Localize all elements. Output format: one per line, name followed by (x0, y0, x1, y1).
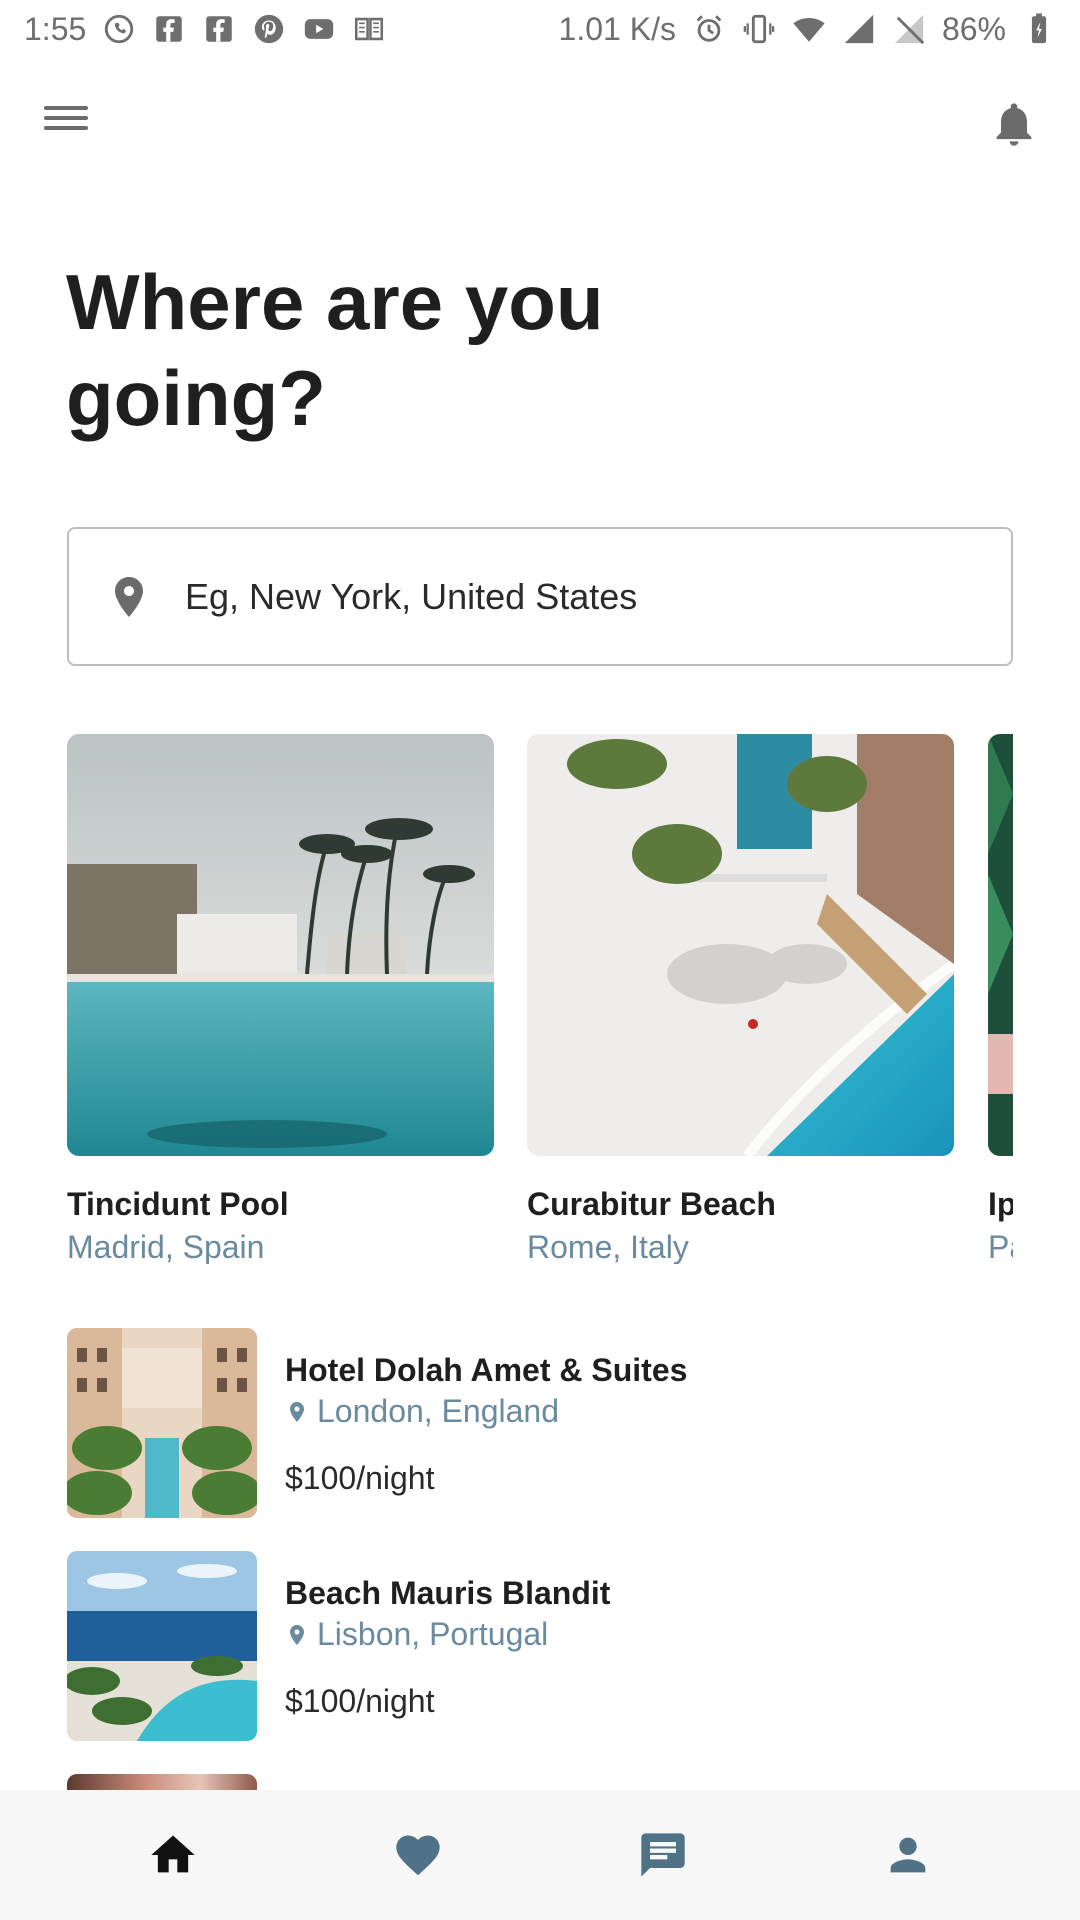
youtube-icon (302, 12, 336, 46)
listing-item[interactable]: Beach Mauris Blandit Lisbon, Portugal $1… (67, 1551, 1013, 1741)
listing-location: Lisbon, Portugal (285, 1616, 610, 1653)
no-sim-icon (892, 12, 926, 46)
listing-thumbnail (67, 1328, 257, 1518)
heart-icon[interactable] (373, 1810, 463, 1900)
pinterest-icon (252, 12, 286, 46)
status-right: 1.01 K/s 86% (559, 11, 1056, 48)
battery-percent: 86% (941, 10, 1006, 47)
listing-title: Beach Mauris Blandit (285, 1575, 611, 1611)
listing-info: Beach Mauris Blandit Lisbon, Portugal $1… (285, 1551, 610, 1741)
featured-photo (67, 734, 494, 1156)
listing-location-text: Lisbon, Portugal (317, 1616, 549, 1652)
reader-icon (352, 12, 386, 46)
facebook-icon (202, 12, 236, 46)
status-left: 1:55 (24, 11, 386, 48)
signal-icon (842, 12, 876, 46)
listing-price: $100/night (285, 1683, 435, 1719)
location-pin-icon (285, 1620, 309, 1650)
facebook-icon (152, 12, 186, 46)
battery-icon (1022, 12, 1056, 46)
listing-location-text: London, England (317, 1393, 559, 1429)
location-pin-icon (105, 568, 153, 626)
featured-name: Curabitur Beach (527, 1186, 776, 1222)
listing-item[interactable]: Hotel Dolah Amet & Suites London, Englan… (67, 1328, 1013, 1518)
alarm-icon (692, 12, 726, 46)
whatsapp-icon (102, 12, 136, 46)
featured-card[interactable]: Tincidunt Pool Madrid, Spain (67, 734, 494, 1264)
location-pin-icon (285, 1397, 309, 1427)
status-bar: 1:55 1.01 K/s 86% (0, 0, 1080, 58)
home-icon[interactable] (128, 1810, 218, 1900)
featured-name: Ip (988, 1186, 1013, 1222)
listing-price: $100/night (285, 1460, 435, 1496)
featured-location: Pa (988, 1229, 1013, 1264)
featured-card[interactable]: Curabitur Beach Rome, Italy (527, 734, 954, 1264)
wifi-icon (792, 12, 826, 46)
hamburger-menu-icon[interactable] (40, 100, 92, 146)
page-title: Where are you going? (66, 258, 604, 442)
featured-name: Tincidunt Pool (67, 1186, 289, 1222)
status-time: 1:55 (24, 10, 87, 47)
featured-photo (527, 734, 954, 1156)
search-field[interactable] (67, 527, 1013, 666)
person-icon[interactable] (863, 1810, 953, 1900)
featured-carousel[interactable]: Tincidunt Pool Madrid, Spain Curabitur B… (67, 734, 1013, 1264)
listing-title: Hotel Dolah Amet & Suites (285, 1352, 688, 1388)
search-input[interactable] (185, 575, 945, 618)
featured-photo (988, 734, 1013, 1156)
vibrate-icon (742, 12, 776, 46)
listing-thumbnail (67, 1551, 257, 1741)
bell-icon[interactable] (988, 96, 1040, 152)
bottom-navigation (0, 1790, 1080, 1920)
chat-icon[interactable] (618, 1810, 708, 1900)
featured-location: Madrid, Spain (67, 1229, 265, 1264)
featured-card[interactable]: Ip Pa (988, 734, 1013, 1264)
listing-location: London, England (285, 1393, 687, 1430)
listing-info: Hotel Dolah Amet & Suites London, Englan… (285, 1328, 687, 1518)
featured-location: Rome, Italy (527, 1229, 689, 1264)
net-speed: 1.01 K/s (558, 10, 676, 47)
